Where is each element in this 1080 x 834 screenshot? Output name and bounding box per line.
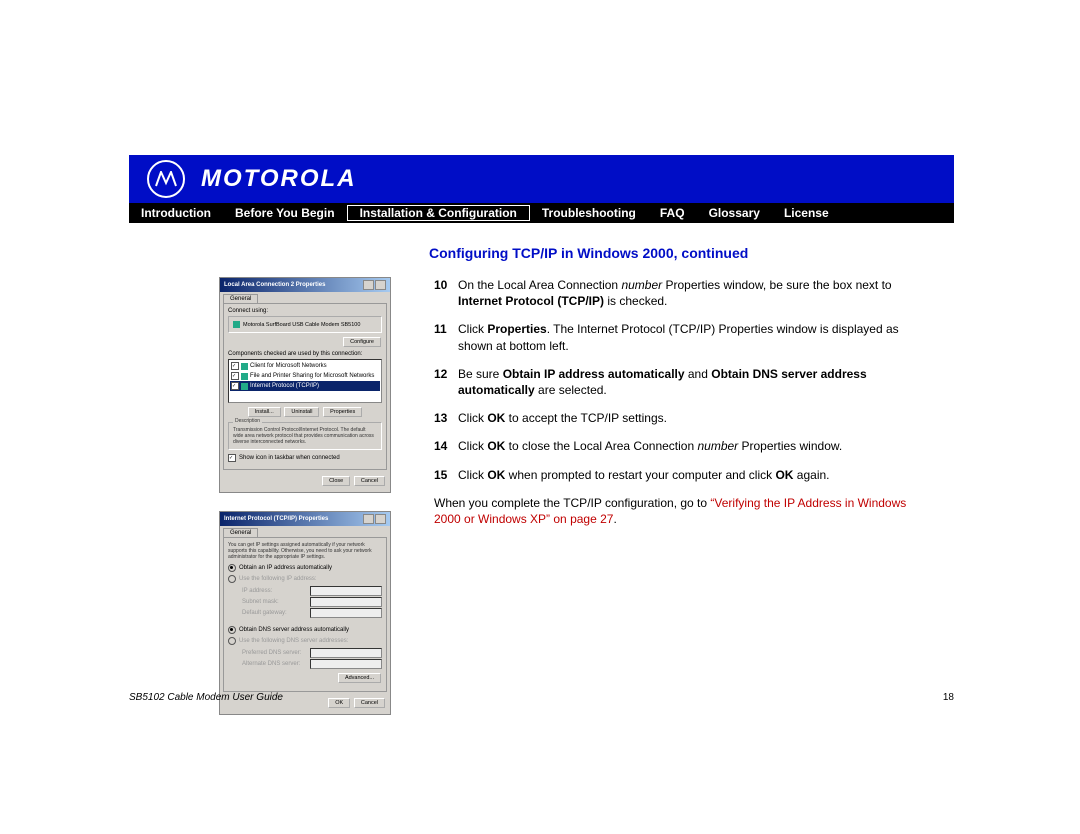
nav-bar: Introduction Before You Begin Installati…: [129, 203, 954, 223]
window-buttons-icon: [363, 280, 386, 290]
nav-before-you-begin[interactable]: Before You Begin: [223, 203, 347, 223]
ss2-gw-input: [310, 608, 382, 618]
step-number: 12: [434, 366, 458, 382]
page-footer: SB5102 Cable Modem User Guide 18: [129, 692, 954, 703]
ss1-title: Local Area Connection 2 Properties: [224, 282, 325, 288]
brand-banner: MOTOROLA: [129, 155, 954, 203]
ss1-listbox: Client for Microsoft Networks File and P…: [228, 359, 382, 403]
ss1-item-0: Client for Microsoft Networks: [250, 363, 327, 369]
ss2-dns2-label: Alternate DNS server:: [242, 661, 300, 667]
step-text: Be sure Obtain IP address automatically …: [458, 366, 934, 398]
ss1-titlebar: Local Area Connection 2 Properties: [220, 278, 390, 292]
ss1-adapter: Motorola SurfBoard USB Cable Modem SB510…: [243, 322, 360, 328]
component-icon: [241, 363, 248, 370]
step-row: 13Click OK to accept the TCP/IP settings…: [434, 410, 934, 426]
ss2-titlebar: Internet Protocol (TCP/IP) Properties: [220, 512, 390, 526]
ss1-tab-general: General: [223, 294, 258, 303]
ss1-item-1: File and Printer Sharing for Microsoft N…: [250, 373, 374, 379]
final-paragraph: When you complete the TCP/IP configurati…: [434, 495, 934, 527]
ss2-dns1-input: [310, 648, 382, 658]
nav-glossary[interactable]: Glossary: [697, 203, 772, 223]
screenshot-tcpip-properties: Internet Protocol (TCP/IP) Properties Ge…: [219, 511, 391, 715]
ss1-components-label: Components checked are used by this conn…: [228, 351, 382, 357]
motorola-logo-icon: [147, 160, 185, 198]
step-row: 12Be sure Obtain IP address automaticall…: [434, 366, 934, 398]
step-text: Click OK when prompted to restart your c…: [458, 467, 934, 483]
ss1-configure-btn: Configure: [343, 337, 381, 347]
checkbox-icon: [231, 382, 239, 390]
ss2-r3: Obtain DNS server address automatically: [239, 627, 349, 633]
step-number: 15: [434, 467, 458, 483]
step-text: Click OK to close the Local Area Connect…: [458, 438, 934, 454]
footer-page-number: 18: [943, 692, 954, 703]
document-page: MOTOROLA Introduction Before You Begin I…: [129, 155, 954, 733]
ss1-desc-label: Description: [233, 418, 262, 424]
footer-guide-name: SB5102 Cable Modem User Guide: [129, 692, 283, 703]
ss1-item-2: Internet Protocol (TCP/IP): [250, 383, 319, 389]
ss2-dns2-input: [310, 659, 382, 669]
ss1-uninstall-btn: Uninstall: [284, 407, 319, 417]
step-number: 13: [434, 410, 458, 426]
component-icon: [241, 373, 248, 380]
ss1-close-btn: Close: [322, 476, 350, 486]
nav-troubleshooting[interactable]: Troubleshooting: [530, 203, 648, 223]
ss2-ip-input: [310, 586, 382, 596]
step-number: 10: [434, 277, 458, 293]
nav-installation-configuration[interactable]: Installation & Configuration: [347, 205, 530, 221]
section-title: Configuring TCP/IP in Windows 2000, cont…: [429, 245, 954, 261]
nav-faq[interactable]: FAQ: [648, 203, 697, 223]
ss1-taskbar-cb: Show icon in taskbar when connected: [239, 455, 340, 461]
ss1-install-btn: Install...: [248, 407, 281, 417]
ss2-dns1-label: Preferred DNS server:: [242, 650, 301, 656]
step-number: 14: [434, 438, 458, 454]
ss1-connect-label: Connect using:: [228, 308, 382, 314]
content-area: Local Area Connection 2 Properties Gener…: [129, 277, 954, 733]
nav-license[interactable]: License: [772, 203, 841, 223]
ss1-properties-btn: Properties: [323, 407, 362, 417]
ss2-ip-label: IP address:: [242, 588, 272, 594]
final-pre: When you complete the TCP/IP configurati…: [434, 496, 710, 510]
ss2-title: Internet Protocol (TCP/IP) Properties: [224, 516, 328, 522]
ss2-tab-general: General: [223, 528, 258, 537]
radio-icon: [228, 575, 236, 583]
ss2-mask-input: [310, 597, 382, 607]
step-text: On the Local Area Connection number Prop…: [458, 277, 934, 309]
ss2-r1: Obtain an IP address automatically: [239, 565, 332, 571]
step-row: 15Click OK when prompted to restart your…: [434, 467, 934, 483]
brand-name: MOTOROLA: [201, 165, 357, 193]
step-text: Click Properties. The Internet Protocol …: [458, 321, 934, 353]
checkbox-icon: [228, 454, 236, 462]
steps-column: 10On the Local Area Connection number Pr…: [434, 277, 934, 527]
step-row: 10On the Local Area Connection number Pr…: [434, 277, 934, 309]
ss1-description: Description Transmission Control Protoco…: [228, 422, 382, 450]
ss2-mask-label: Subnet mask:: [242, 599, 279, 605]
ss2-intro: You can get IP settings assigned automat…: [228, 542, 382, 560]
step-row: 11Click Properties. The Internet Protoco…: [434, 321, 934, 353]
step-row: 14Click OK to close the Local Area Conne…: [434, 438, 934, 454]
ss1-desc-text: Transmission Control Protocol/Internet P…: [233, 427, 374, 445]
ss2-r2: Use the following IP address:: [239, 576, 317, 582]
step-text: Click OK to accept the TCP/IP settings.: [458, 410, 934, 426]
ss2-gw-label: Default gateway:: [242, 610, 287, 616]
ss2-r4: Use the following DNS server addresses:: [239, 638, 348, 644]
screenshots-column: Local Area Connection 2 Properties Gener…: [219, 277, 414, 733]
screenshot-lan-properties: Local Area Connection 2 Properties Gener…: [219, 277, 391, 493]
radio-icon: [228, 637, 236, 645]
component-icon: [241, 383, 248, 390]
adapter-icon: [233, 321, 240, 328]
checkbox-icon: [231, 372, 239, 380]
step-number: 11: [434, 321, 458, 337]
nav-introduction[interactable]: Introduction: [129, 203, 223, 223]
radio-icon: [228, 626, 236, 634]
checkbox-icon: [231, 362, 239, 370]
final-post: .: [613, 512, 616, 526]
window-buttons-icon: [363, 514, 386, 524]
ss2-advanced-btn: Advanced...: [338, 673, 381, 683]
radio-icon: [228, 564, 236, 572]
ss1-cancel-btn: Cancel: [354, 476, 385, 486]
